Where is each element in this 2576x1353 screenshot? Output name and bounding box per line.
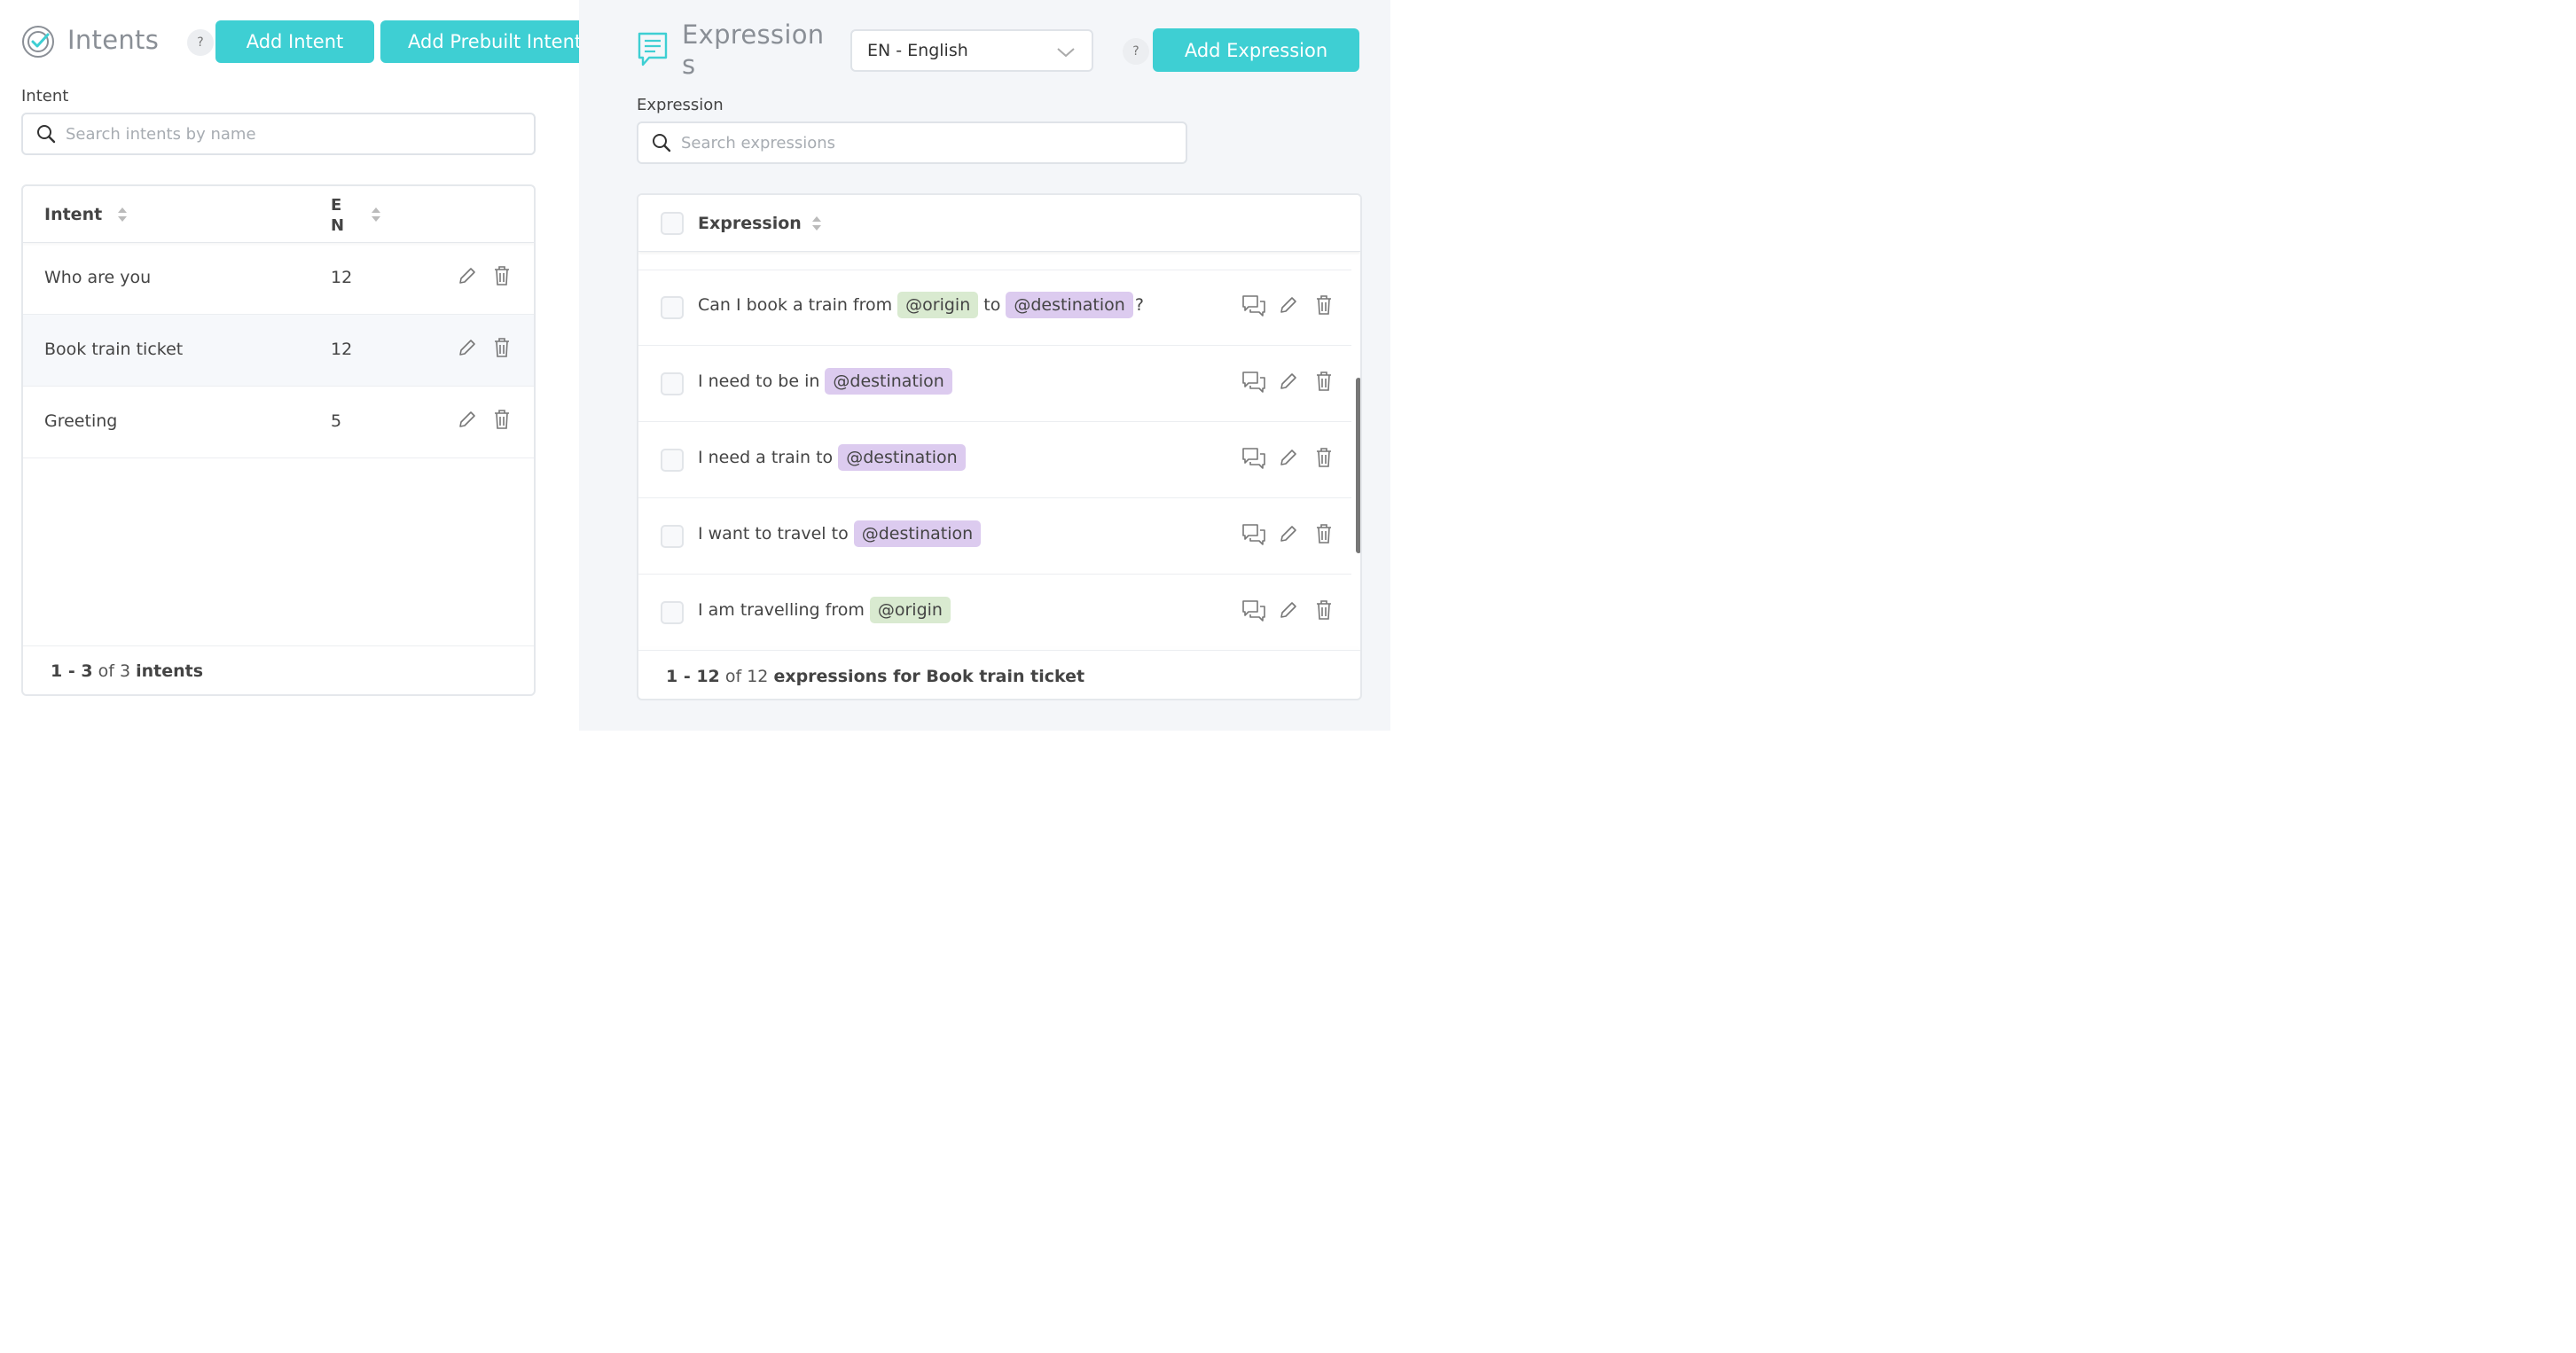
edit-icon[interactable] (457, 409, 478, 430)
chevron-down-icon (1057, 48, 1075, 58)
intents-table: Intent EN Who are you 12 Book train tick… (21, 184, 536, 696)
column-header-intent[interactable]: Intent (44, 205, 102, 224)
column-header-language[interactable]: EN (331, 195, 344, 236)
entity-tag-origin[interactable]: @origin (869, 597, 951, 623)
intent-count: 12 (331, 268, 353, 287)
intents-pagination: 1 - 3 of 3 intents (51, 661, 204, 681)
expression-text: I am travelling from @origin (698, 597, 956, 623)
row-checkbox[interactable] (661, 601, 684, 624)
delete-icon[interactable] (492, 409, 512, 430)
variations-icon[interactable] (1241, 523, 1266, 546)
sort-icon[interactable] (811, 215, 822, 232)
intent-name: Greeting (44, 411, 118, 431)
sort-icon[interactable] (117, 206, 128, 223)
table-row[interactable]: I am travelling from @origin (638, 575, 1351, 651)
delete-icon[interactable] (1314, 294, 1334, 316)
delete-icon[interactable] (1314, 599, 1334, 621)
table-row[interactable]: I want to travel to @destination (638, 498, 1351, 575)
expressions-pagination: 1 - 12 of 12 expressions for Book train … (666, 667, 1085, 686)
edit-icon[interactable] (457, 337, 478, 358)
edit-icon[interactable] (1278, 447, 1299, 468)
variations-icon[interactable] (1241, 447, 1266, 470)
intent-field-label: Intent (21, 87, 69, 106)
column-header-expression[interactable]: Expression (698, 214, 802, 233)
entity-tag-origin[interactable]: @origin (897, 292, 979, 318)
search-icon (653, 134, 671, 153)
table-row[interactable]: I need a train to @destination (638, 422, 1351, 498)
expressions-icon (638, 32, 668, 66)
expressions-table: Expression Can I book a train from @orig… (637, 193, 1362, 700)
add-intent-button[interactable]: Add Intent (215, 20, 374, 63)
row-checkbox[interactable] (661, 296, 684, 319)
add-prebuilt-intent-button[interactable]: Add Prebuilt Intent (380, 20, 579, 63)
row-checkbox[interactable] (661, 449, 684, 472)
variations-icon[interactable] (1241, 294, 1266, 317)
edit-icon[interactable] (1278, 599, 1299, 621)
table-row[interactable]: Greeting 5 (23, 387, 534, 458)
intent-count: 5 (331, 411, 342, 431)
entity-tag-destination[interactable]: @destination (1006, 292, 1133, 318)
intent-search-input[interactable] (66, 124, 474, 144)
intent-search-box (21, 113, 536, 155)
page-title: Intents (67, 25, 160, 55)
table-row[interactable]: Book train ticket 12 (23, 315, 534, 387)
table-header: Intent EN (23, 186, 534, 243)
add-expression-button[interactable]: Add Expression (1153, 28, 1359, 72)
edit-icon[interactable] (1278, 294, 1299, 316)
expressions-title: Expression s (682, 20, 825, 80)
expression-text: I want to travel to @destination (698, 520, 986, 547)
select-all-checkbox[interactable] (661, 212, 684, 235)
delete-icon[interactable] (492, 265, 512, 286)
intent-count: 12 (331, 340, 353, 359)
table-footer-divider (23, 645, 534, 646)
table-row[interactable]: Can I book a train from @origin to @dest… (638, 270, 1351, 346)
delete-icon[interactable] (1314, 523, 1334, 544)
intent-name: Book train ticket (44, 340, 184, 359)
delete-icon[interactable] (492, 337, 512, 358)
table-row[interactable]: I need to be in @destination (638, 346, 1351, 422)
variations-icon[interactable] (1241, 371, 1266, 394)
expression-text: I need to be in @destination (698, 368, 958, 395)
expression-search-box (637, 121, 1187, 164)
language-select-value: EN - English (867, 41, 968, 60)
intents-panel: Intents ? Add Intent Add Prebuilt Intent… (0, 0, 579, 731)
intents-help-button[interactable]: ? (187, 29, 214, 56)
expression-text: Can I book a train from @origin to @dest… (698, 292, 1144, 318)
edit-icon[interactable] (1278, 371, 1299, 392)
intents-icon (22, 26, 54, 58)
sort-icon[interactable] (371, 206, 381, 223)
expressions-panel: Expression s EN - English ? Add Expressio… (579, 0, 1390, 731)
table-scrollbar[interactable] (1356, 378, 1360, 553)
variations-icon[interactable] (1241, 599, 1266, 622)
intent-name: Who are you (44, 268, 152, 287)
language-select[interactable]: EN - English (850, 29, 1093, 72)
table-row[interactable]: Who are you 12 (23, 243, 534, 315)
table-header: Expression (638, 195, 1360, 252)
expression-text: I need a train to @destination (698, 444, 971, 471)
entity-tag-destination[interactable]: @destination (853, 520, 982, 547)
edit-icon[interactable] (1278, 523, 1299, 544)
search-icon (37, 125, 56, 144)
row-checkbox[interactable] (661, 372, 684, 395)
expressions-help-button[interactable]: ? (1123, 38, 1149, 65)
row-checkbox[interactable] (661, 525, 684, 548)
expression-field-label: Expression (637, 96, 724, 114)
expression-search-input[interactable] (681, 133, 1119, 153)
entity-tag-destination[interactable]: @destination (825, 368, 952, 395)
entity-tag-destination[interactable]: @destination (838, 444, 966, 471)
table-footer-divider (638, 650, 1360, 651)
edit-icon[interactable] (457, 265, 478, 286)
delete-icon[interactable] (1314, 371, 1334, 392)
delete-icon[interactable] (1314, 447, 1334, 468)
